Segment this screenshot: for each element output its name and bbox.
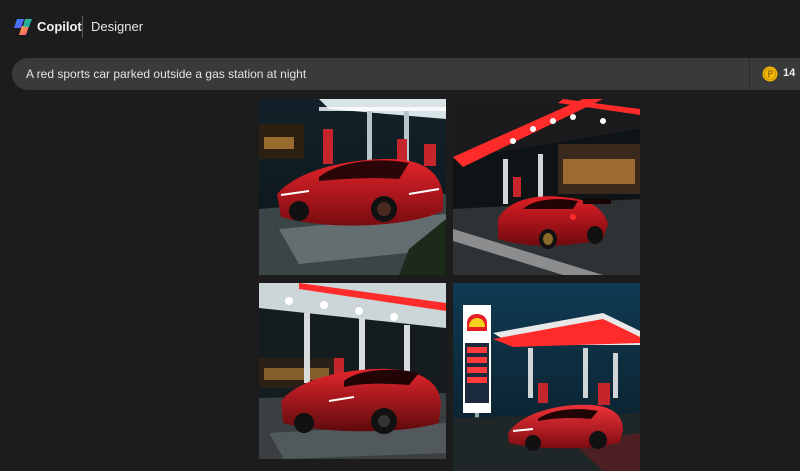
generated-image-1-art <box>259 99 446 275</box>
boost-count: 14 <box>783 67 796 79</box>
prompt-bar[interactable]: A red sports car parked outside a gas st… <box>12 58 800 90</box>
prompt-divider <box>749 58 750 90</box>
brand-name[interactable]: Copilot <box>37 19 82 34</box>
copilot-logo-icon[interactable] <box>13 18 33 36</box>
coin-icon[interactable] <box>762 66 778 82</box>
generated-image-3[interactable] <box>259 283 446 459</box>
product-name[interactable]: Designer <box>91 19 143 34</box>
generated-image-3-art <box>259 283 446 459</box>
header-divider <box>82 16 83 38</box>
generated-image-4-art <box>453 283 640 471</box>
generated-image-2-art <box>453 99 640 275</box>
prompt-input[interactable]: A red sports car parked outside a gas st… <box>26 67 306 81</box>
generated-image-2[interactable] <box>453 99 640 275</box>
generated-image-1[interactable] <box>259 99 446 275</box>
app-header: Copilot Designer <box>0 0 800 54</box>
generated-image-4[interactable] <box>453 283 640 471</box>
